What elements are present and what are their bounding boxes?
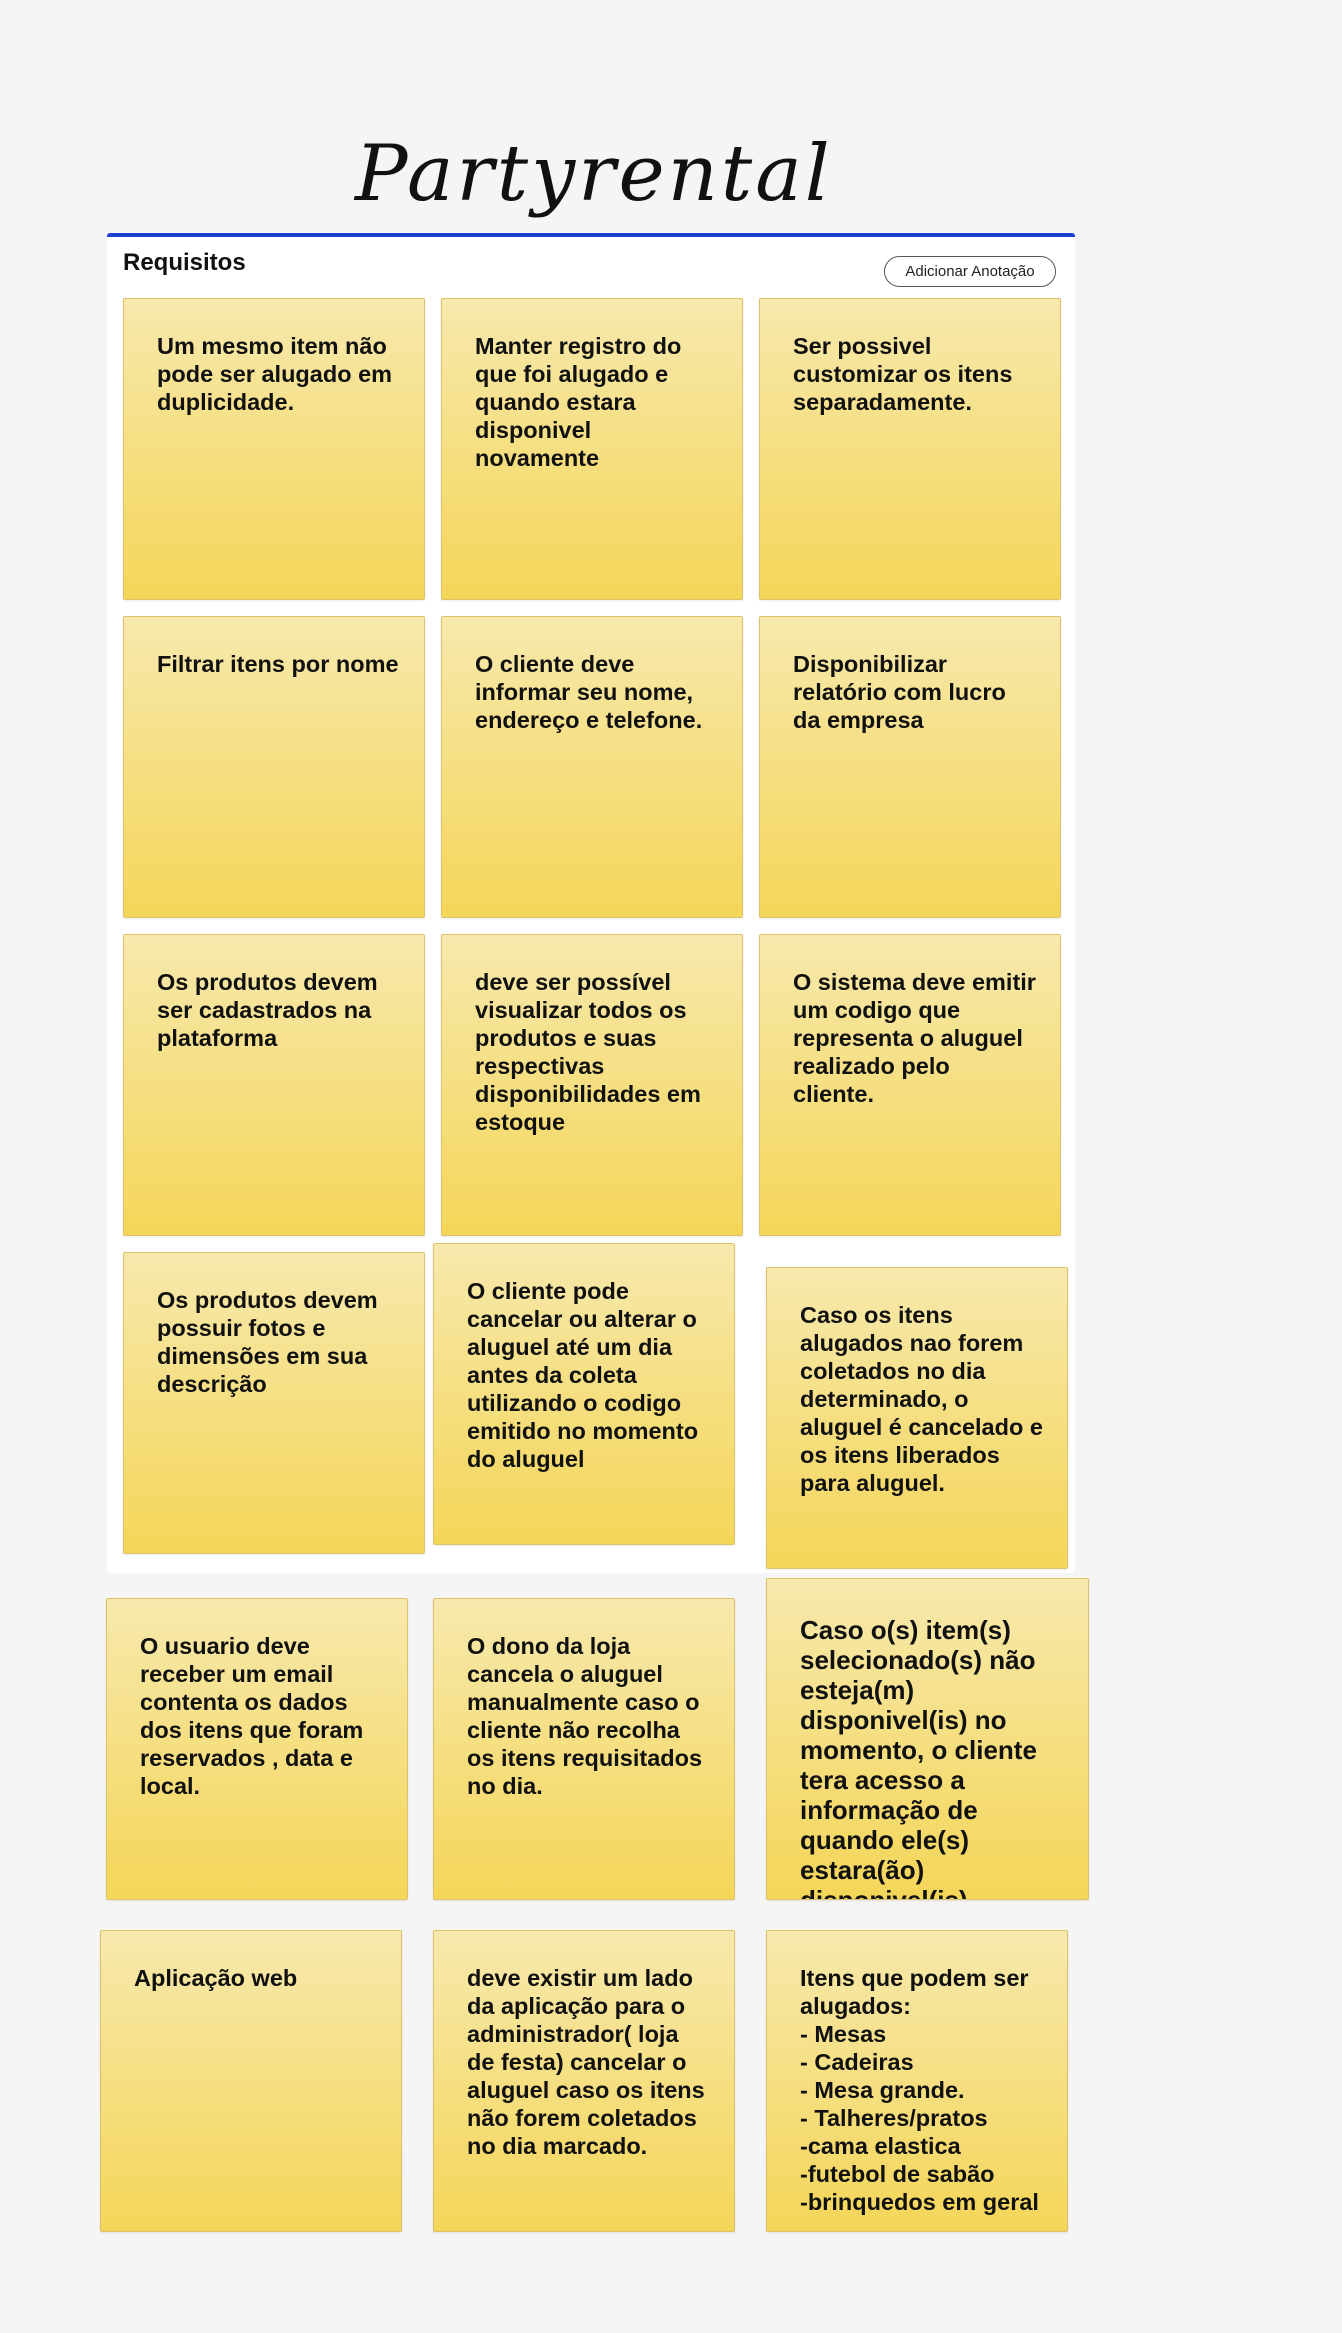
note-text: Os produtos devem possuir fotos e dimens… [157, 1287, 378, 1397]
note-text: Aplicação web [134, 1965, 298, 1991]
sticky-note[interactable]: Filtrar itens por nome [123, 616, 425, 918]
sticky-note[interactable]: deve existir um lado da aplicação para o… [433, 1930, 735, 2232]
frame-title: Requisitos [123, 249, 246, 276]
note-text: O dono da loja cancela o aluguel manualm… [467, 1633, 703, 1799]
note-text: deve ser possível visualizar todos os pr… [475, 969, 701, 1135]
add-note-button[interactable]: Adicionar Anotação [884, 256, 1056, 287]
sticky-note[interactable]: Um mesmo item não pode ser alugado em du… [123, 298, 425, 600]
sticky-note[interactable]: O dono da loja cancela o aluguel manualm… [433, 1598, 735, 1900]
sticky-note[interactable]: Caso o(s) item(s) selecionado(s) não est… [766, 1578, 1089, 1900]
sticky-note[interactable]: Aplicação web [100, 1930, 402, 2232]
note-text: O cliente pode cancelar ou alterar o alu… [467, 1278, 699, 1472]
sticky-note[interactable]: Caso os itens alugados nao forem coletad… [766, 1267, 1068, 1569]
note-text: Disponibilizar relatório com lucro da em… [793, 651, 1006, 733]
note-text: Filtrar itens por nome [157, 651, 399, 677]
note-text: Um mesmo item não pode ser alugado em du… [157, 333, 393, 415]
note-text: Manter registro do que foi alugado e qua… [475, 333, 682, 471]
sticky-note[interactable]: deve ser possível visualizar todos os pr… [441, 934, 743, 1236]
note-text: O sistema deve emitir um codigo que repr… [793, 969, 1036, 1107]
page-title: Partyrental [355, 129, 833, 219]
sticky-note[interactable]: Disponibilizar relatório com lucro da em… [759, 616, 1061, 918]
note-text: deve existir um lado da aplicação para o… [467, 1965, 705, 2159]
sticky-note[interactable]: Itens que podem ser alugados: - Mesas - … [766, 1930, 1068, 2232]
note-text: Itens que podem ser alugados: - Mesas - … [800, 1965, 1039, 2215]
note-text: Ser possivel customizar os itens separad… [793, 333, 1013, 415]
note-text: O usuario deve receber um email contenta… [140, 1633, 364, 1799]
note-text: Caso os itens alugados nao forem coletad… [800, 1302, 1043, 1496]
sticky-note[interactable]: O cliente pode cancelar ou alterar o alu… [433, 1243, 735, 1545]
note-text: Caso o(s) item(s) selecionado(s) não est… [800, 1615, 1037, 1900]
note-text: O cliente deve informar seu nome, endere… [475, 651, 703, 733]
sticky-note[interactable]: O usuario deve receber um email contenta… [106, 1598, 408, 1900]
sticky-note[interactable]: O sistema deve emitir um codigo que repr… [759, 934, 1061, 1236]
sticky-note[interactable]: Os produtos devem possuir fotos e dimens… [123, 1252, 425, 1554]
sticky-note[interactable]: O cliente deve informar seu nome, endere… [441, 616, 743, 918]
sticky-note[interactable]: Os produtos devem ser cadastrados na pla… [123, 934, 425, 1236]
sticky-note[interactable]: Ser possivel customizar os itens separad… [759, 298, 1061, 600]
sticky-note[interactable]: Manter registro do que foi alugado e qua… [441, 298, 743, 600]
note-text: Os produtos devem ser cadastrados na pla… [157, 969, 378, 1051]
